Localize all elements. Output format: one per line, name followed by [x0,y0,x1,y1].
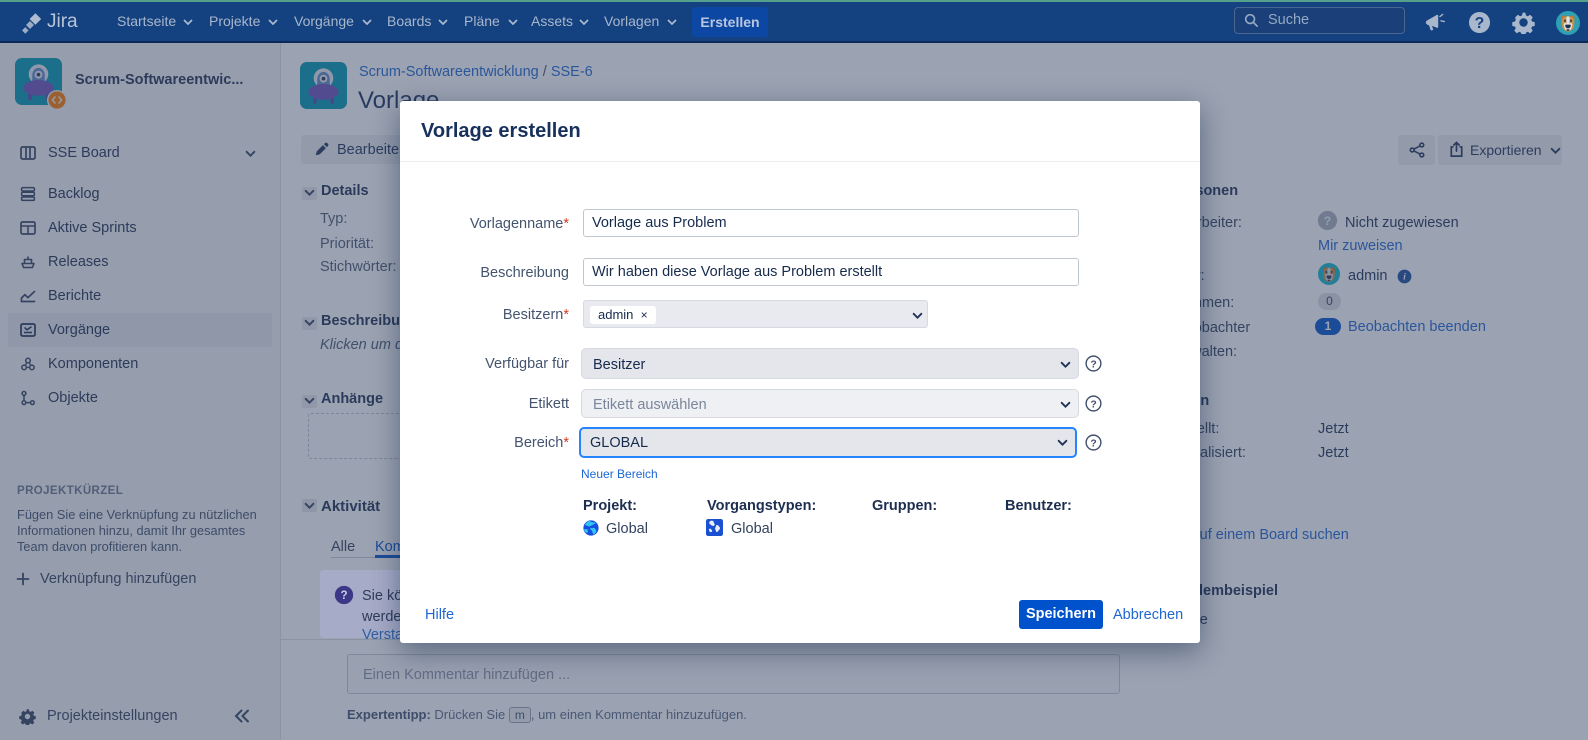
svg-text:?: ? [1090,438,1096,449]
svg-text:?: ? [1475,15,1485,32]
svg-text:?: ? [1090,399,1096,410]
svg-text:?: ? [1090,359,1096,370]
svg-text:?: ? [340,589,347,602]
